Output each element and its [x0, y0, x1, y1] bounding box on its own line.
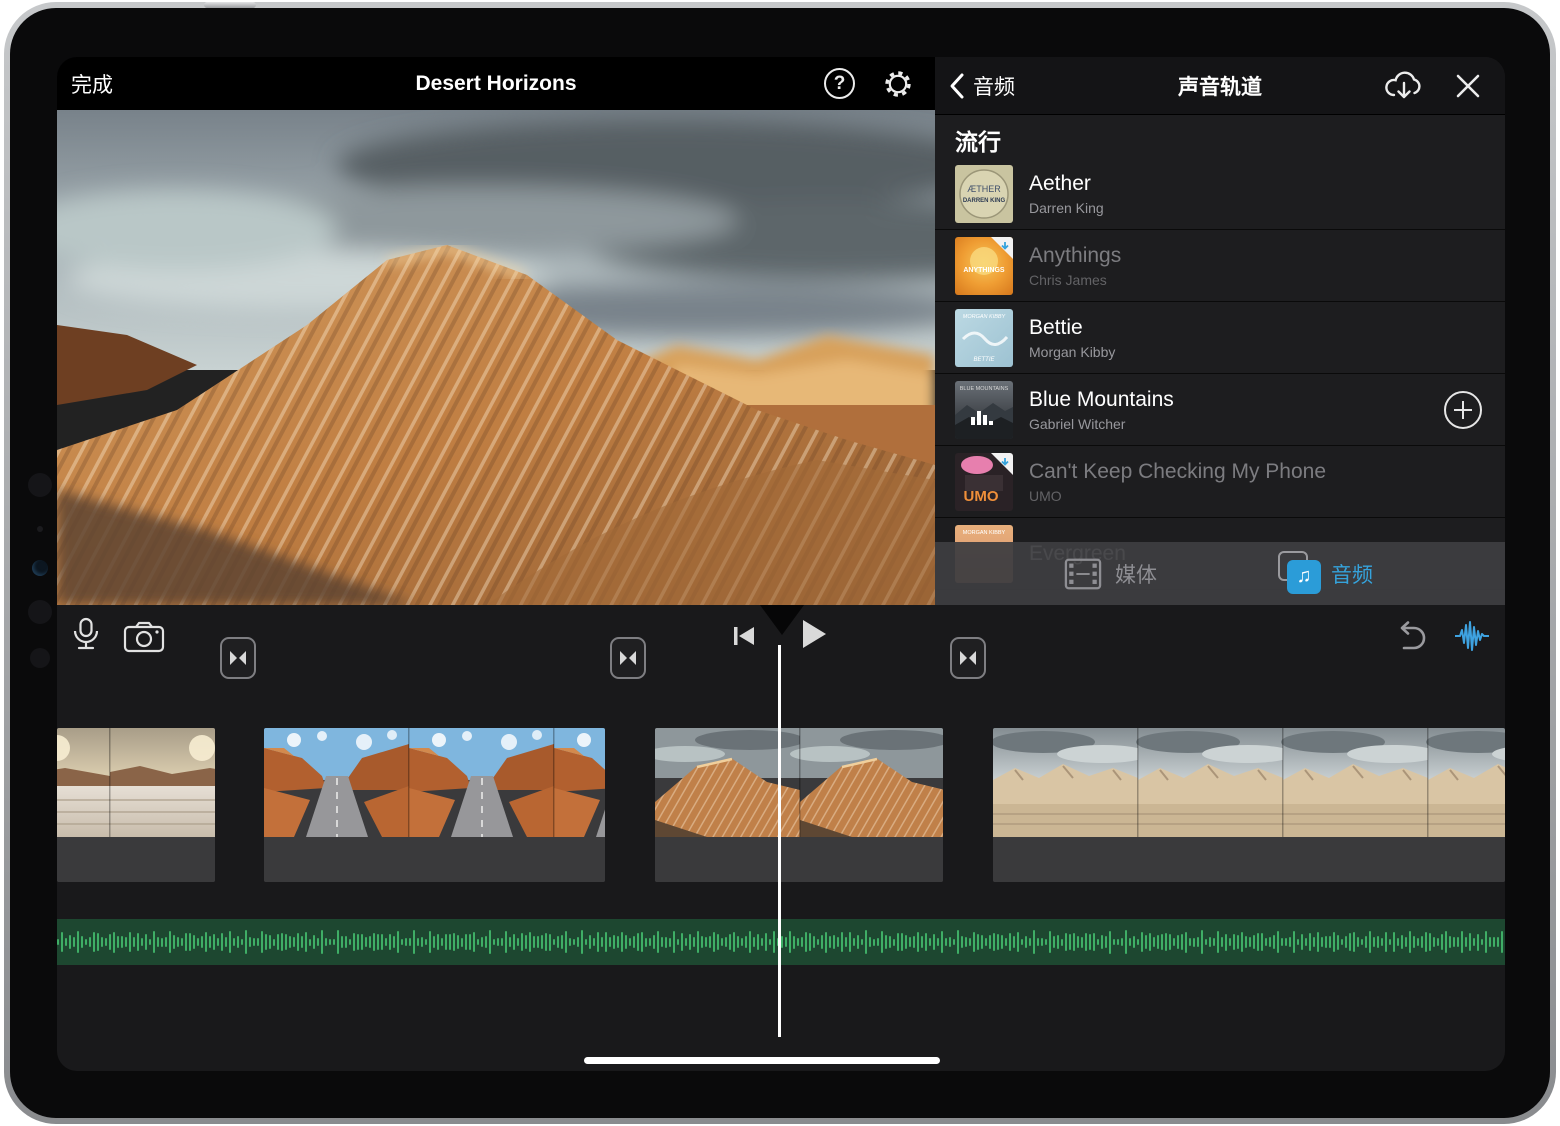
home-indicator[interactable]	[584, 1057, 940, 1064]
play-icon[interactable]	[801, 619, 827, 649]
album-art: ANYTHINGS	[955, 236, 1013, 295]
transition-button[interactable]	[610, 637, 646, 679]
audio-waveform-track[interactable]	[57, 919, 1505, 965]
song-list: ÆTHER DARREN KING Aether Darren King ANY…	[935, 158, 1505, 605]
tab-label: 媒体	[1115, 563, 1157, 587]
svg-text:BETTIE: BETTIE	[973, 357, 995, 363]
video-clip-2[interactable]	[264, 728, 605, 882]
svg-text:ANYTHINGS: ANYTHINGS	[963, 267, 1005, 274]
song-artist: UMO	[1029, 487, 1062, 504]
timeline	[57, 605, 1505, 1071]
soundtrack-browser-panel: 流行 ÆTHER DARREN KING Aether Darren King …	[935, 57, 1505, 605]
microphone-icon[interactable]	[71, 617, 101, 653]
download-badge-icon	[991, 452, 1013, 475]
album-art: BLUE MOUNTAINS	[955, 380, 1013, 439]
song-row-bettie[interactable]: MORGAN KIBBY BETTIE Bettie Morgan Kibby	[935, 302, 1505, 374]
playhead-notch	[760, 605, 804, 635]
undo-icon[interactable]	[1391, 621, 1427, 653]
svg-text:UMO: UMO	[964, 488, 999, 505]
album-art: UMO	[955, 452, 1013, 511]
tab-label: 音频	[1331, 563, 1373, 587]
front-camera-icon	[28, 473, 52, 497]
song-title: Can't Keep Checking My Phone	[1029, 459, 1327, 483]
sensor-icon	[30, 648, 50, 668]
song-title: Blue Mountains	[1029, 387, 1174, 411]
song-row-aether[interactable]: ÆTHER DARREN KING Aether Darren King	[935, 158, 1505, 230]
settings-gear-icon[interactable]	[881, 67, 915, 101]
screenshot-stage: 完成 Desert Horizons ? 流行 ÆTHER DARREN KIN…	[0, 0, 1560, 1126]
sensor-dot-icon	[37, 526, 43, 532]
waveform-bars	[57, 919, 1505, 965]
sensor-icon	[28, 600, 52, 624]
preview-image	[57, 110, 935, 605]
video-clip-3[interactable]	[655, 728, 943, 882]
song-row-blue-mountains[interactable]: BLUE MOUNTAINS Blue Mountains Gabriel Wi…	[935, 374, 1505, 446]
genre-section-header: 流行	[955, 129, 1001, 155]
tab-media[interactable]: 媒体	[1063, 542, 1157, 605]
transition-icon	[620, 651, 636, 665]
clip-audio-area	[655, 837, 943, 882]
album-art: ÆTHER DARREN KING	[955, 164, 1013, 223]
song-row-anythings[interactable]: ANYTHINGS Anythings Chris James	[935, 230, 1505, 302]
svg-text:MORGAN KIBBY: MORGAN KIBBY	[963, 314, 1006, 320]
filmstrip-icon	[1064, 558, 1102, 589]
song-artist: Darren King	[1029, 199, 1104, 216]
browser-tab-bar: 媒体 ♫ 音频	[935, 542, 1505, 605]
panel-header: 音频 声音轨道	[935, 57, 1505, 115]
close-icon[interactable]	[1455, 73, 1481, 99]
transition-button[interactable]	[950, 637, 986, 679]
album-art: MORGAN KIBBY BETTIE	[955, 308, 1013, 367]
svg-text:DARREN KING: DARREN KING	[963, 198, 1006, 204]
tab-audio[interactable]: ♫ 音频	[1278, 542, 1373, 605]
song-row-cant-keep-checking[interactable]: UMO Can't Keep Checking My Phone UMO	[935, 446, 1505, 518]
project-title: Desert Horizons	[415, 71, 577, 95]
svg-text:ÆTHER: ÆTHER	[967, 184, 1001, 194]
svg-text:MORGAN KIBBY: MORGAN KIBBY	[963, 530, 1006, 536]
audio-waveform-toggle-icon[interactable]	[1453, 619, 1491, 653]
song-artist: Morgan Kibby	[1029, 343, 1116, 360]
camera-icon[interactable]	[123, 621, 165, 653]
transition-icon	[230, 651, 246, 665]
clip-audio-area	[264, 837, 605, 882]
song-artist: Gabriel Witcher	[1029, 415, 1126, 432]
video-preview[interactable]	[57, 110, 935, 605]
clip-audio-area	[57, 837, 215, 882]
camera-lens-icon	[32, 560, 48, 576]
download-badge-icon	[991, 236, 1013, 259]
song-title: Bettie	[1029, 315, 1083, 339]
top-bar: 完成 Desert Horizons ?	[57, 57, 935, 110]
cloud-download-icon[interactable]	[1381, 68, 1425, 104]
playhead[interactable]	[778, 645, 781, 1037]
song-title: Anythings	[1029, 243, 1122, 267]
transition-button[interactable]	[220, 637, 256, 679]
song-title: Aether	[1029, 171, 1091, 195]
help-icon[interactable]: ?	[824, 68, 855, 99]
timeline-clips	[57, 728, 1505, 882]
music-note-icon: ♫	[1278, 550, 1321, 594]
imovie-app-screen: 完成 Desert Horizons ? 流行 ÆTHER DARREN KIN…	[57, 57, 1505, 1071]
svg-text:BLUE MOUNTAINS: BLUE MOUNTAINS	[960, 386, 1009, 392]
transition-icon	[960, 651, 976, 665]
skip-to-start-icon[interactable]	[733, 625, 755, 647]
song-artist: Chris James	[1029, 271, 1107, 288]
add-song-button[interactable]	[1443, 390, 1483, 430]
video-clip-4[interactable]	[993, 728, 1505, 882]
video-clip-1[interactable]	[57, 728, 215, 882]
clip-audio-area	[993, 837, 1505, 882]
